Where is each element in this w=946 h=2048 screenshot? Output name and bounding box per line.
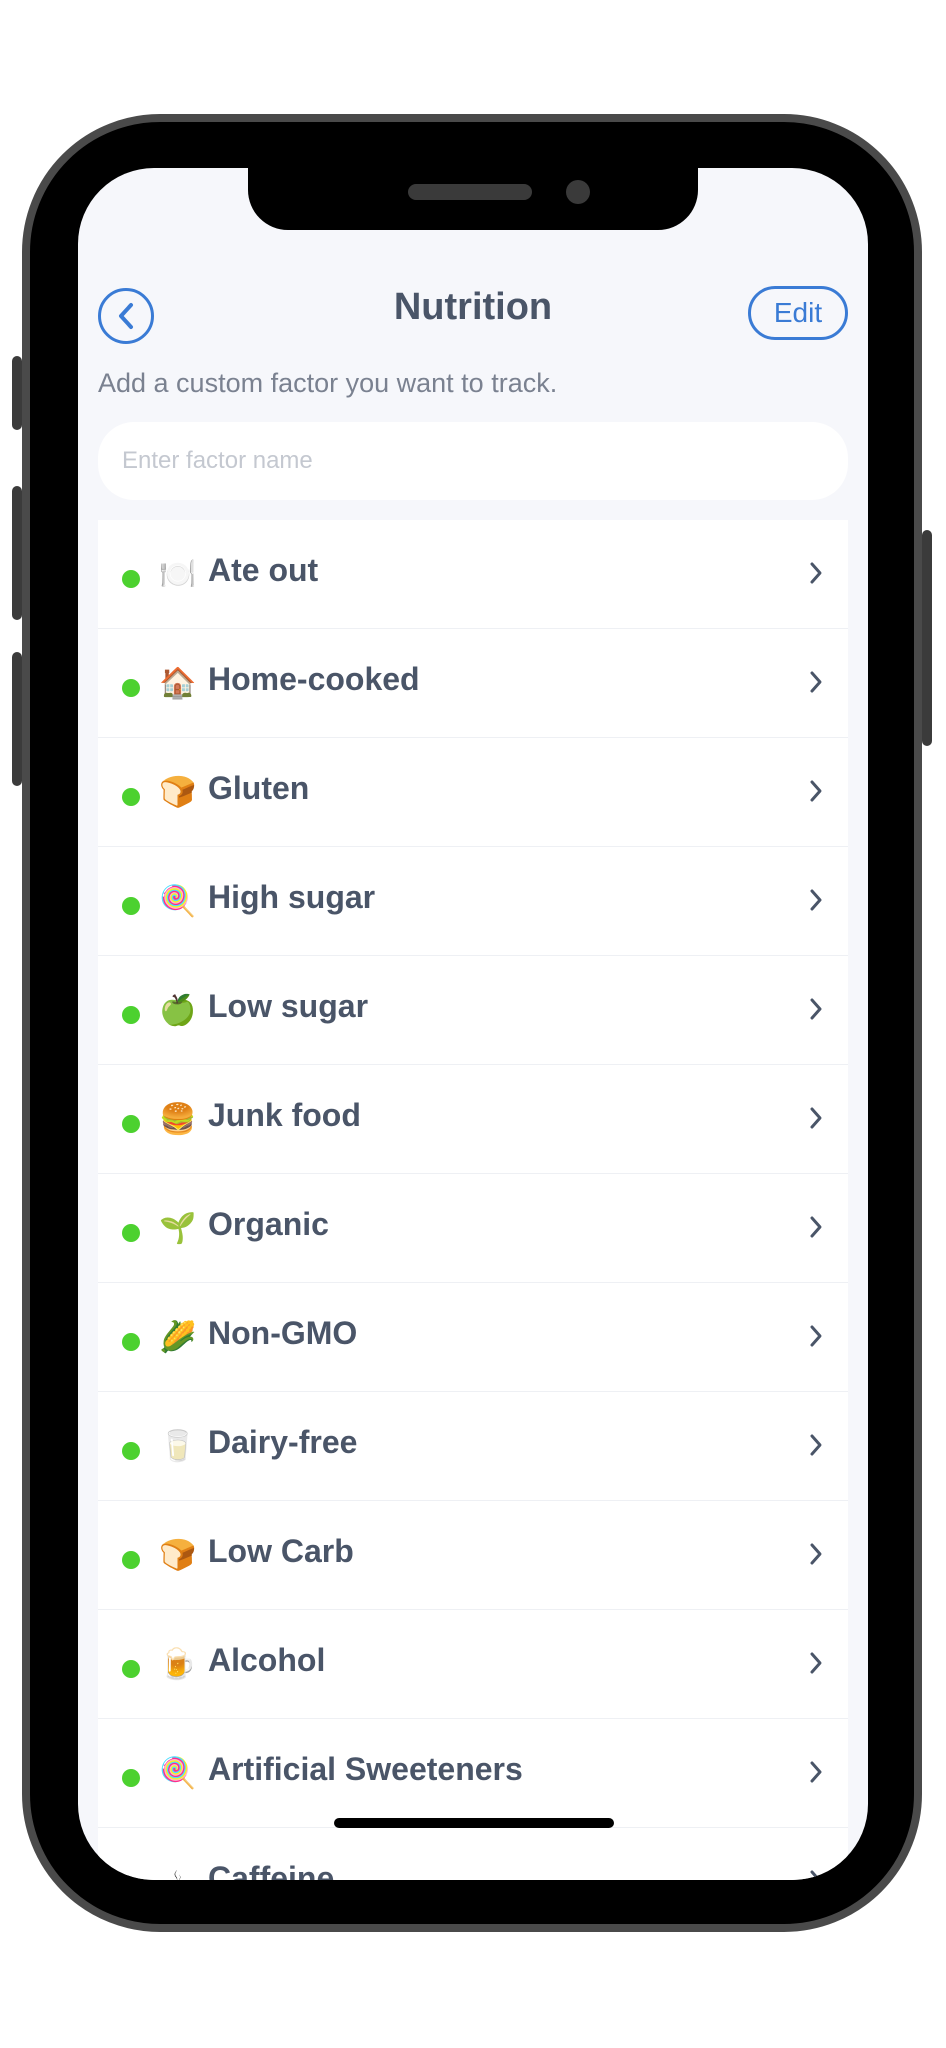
- list-item[interactable]: 🍽️ Ate out: [98, 520, 848, 629]
- front-camera: [566, 180, 590, 204]
- status-dot: [122, 1006, 140, 1024]
- seedling-icon: 🌱: [159, 1210, 197, 1246]
- list-item[interactable]: 🍞 Gluten: [98, 738, 848, 847]
- status-dot: [122, 1551, 140, 1569]
- chevron-right-icon: [810, 1870, 822, 1880]
- instructions-text: Add a custom factor you want to track.: [98, 368, 558, 398]
- home-indicator[interactable]: [334, 1818, 614, 1828]
- factor-label: Ate out: [208, 552, 319, 588]
- bread-icon: 🍞: [159, 1537, 197, 1573]
- list-item[interactable]: 🌱 Organic: [98, 1174, 848, 1283]
- factor-label: Caffeine: [208, 1860, 335, 1880]
- chevron-right-icon: [810, 889, 822, 911]
- status-dot: [122, 897, 140, 915]
- list-item[interactable]: 🍭 High sugar: [98, 847, 848, 956]
- status-dot: [122, 1442, 140, 1460]
- house-icon: 🏠: [159, 665, 197, 701]
- milk-glass-icon: 🥛: [159, 1428, 197, 1464]
- lollipop-icon: 🍭: [159, 1755, 197, 1791]
- chevron-right-icon: [810, 1325, 822, 1347]
- list-item[interactable]: 🍏 Low sugar: [98, 956, 848, 1065]
- factor-label: Low sugar: [208, 988, 369, 1024]
- factor-label: Gluten: [208, 770, 310, 806]
- phone-screen: Nutrition Edit Add a custom factor you w…: [78, 168, 868, 1880]
- status-dot: [122, 1878, 140, 1880]
- factor-label: Dairy-free: [208, 1424, 358, 1460]
- corn-icon: 🌽: [159, 1319, 197, 1355]
- factor-label: Junk food: [208, 1097, 361, 1133]
- edit-button[interactable]: Edit: [748, 286, 848, 340]
- chevron-right-icon: [810, 1434, 822, 1456]
- burger-icon: 🍔: [159, 1101, 197, 1137]
- list-item[interactable]: 🍭 Artificial Sweeteners: [98, 1719, 848, 1828]
- green-apple-icon: 🍏: [159, 992, 197, 1028]
- list-item[interactable]: 🍞 Low Carb: [98, 1501, 848, 1610]
- status-dot: [122, 1660, 140, 1678]
- notch: [248, 168, 698, 230]
- bread-icon: 🍞: [159, 774, 197, 810]
- chevron-right-icon: [810, 1107, 822, 1129]
- factor-label: Home-cooked: [208, 661, 420, 697]
- chevron-right-icon: [810, 1216, 822, 1238]
- status-dot: [122, 1333, 140, 1351]
- list-item[interactable]: 🌽 Non-GMO: [98, 1283, 848, 1392]
- factor-label: High sugar: [208, 879, 376, 915]
- status-dot: [122, 1769, 140, 1787]
- speaker-grille: [408, 184, 532, 200]
- factor-label: Organic: [208, 1206, 329, 1242]
- chevron-right-icon: [810, 671, 822, 693]
- list-item[interactable]: 🏠 Home-cooked: [98, 629, 848, 738]
- power-button: [922, 530, 932, 746]
- list-item[interactable]: ☕ Caffeine: [98, 1828, 848, 1880]
- chevron-right-icon: [810, 780, 822, 802]
- lollipop-icon: 🍭: [159, 883, 197, 919]
- list-item[interactable]: 🍔 Junk food: [98, 1065, 848, 1174]
- volume-down-button: [12, 652, 22, 786]
- list-item[interactable]: 🍺 Alcohol: [98, 1610, 848, 1719]
- status-dot: [122, 1224, 140, 1242]
- factor-label: Alcohol: [208, 1642, 326, 1678]
- factor-label: Non-GMO: [208, 1315, 358, 1351]
- factor-label: Low Carb: [208, 1533, 354, 1569]
- chevron-right-icon: [810, 1652, 822, 1674]
- factor-label: Artificial Sweeteners: [208, 1751, 523, 1787]
- chevron-right-icon: [810, 1761, 822, 1783]
- chevron-right-icon: [810, 1543, 822, 1565]
- status-dot: [122, 679, 140, 697]
- chevron-right-icon: [810, 998, 822, 1020]
- beer-mug-icon: 🍺: [159, 1646, 197, 1682]
- factor-name-input[interactable]: [98, 422, 848, 500]
- plate-icon: 🍽️: [159, 556, 197, 592]
- chevron-right-icon: [810, 562, 822, 584]
- volume-up-button: [12, 486, 22, 620]
- coffee-icon: ☕: [158, 1862, 198, 1881]
- silent-switch: [12, 356, 22, 430]
- factor-list: 🍽️ Ate out 🏠 Home-cooked 🍞 Gluten 🍭 High sugar 🍏…: [98, 520, 848, 1880]
- status-dot: [122, 570, 140, 588]
- list-item[interactable]: 🥛 Dairy-free: [98, 1392, 848, 1501]
- status-dot: [122, 788, 140, 806]
- status-dot: [122, 1115, 140, 1133]
